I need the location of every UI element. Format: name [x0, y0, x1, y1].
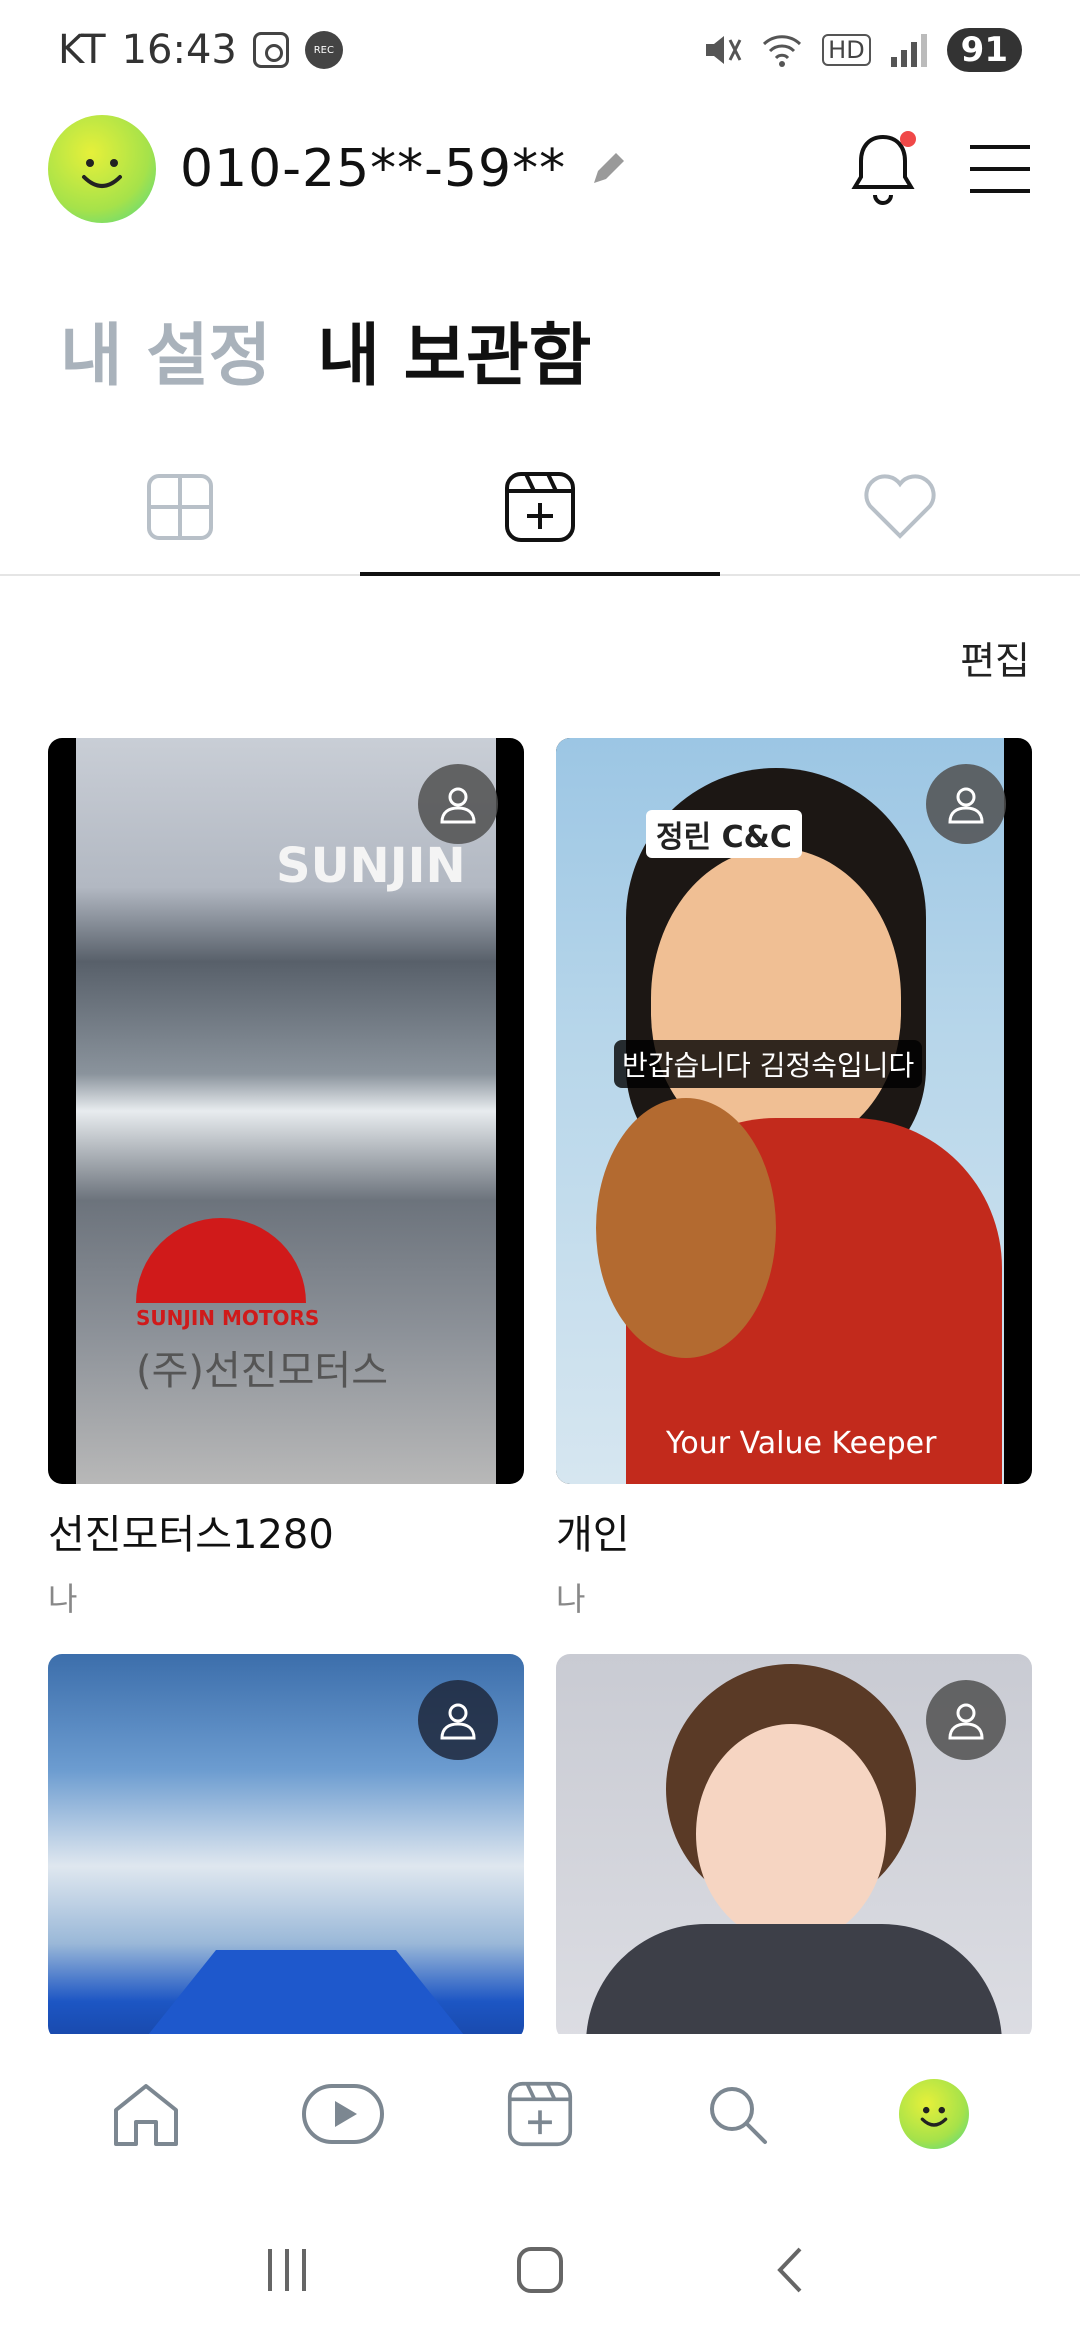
card-thumbnail: 정린 C&C 반갑습니다 김정숙입니다 Your Value Keeper [556, 738, 1032, 1484]
profile-header: 010-25**-59** [48, 114, 1032, 224]
owner-badge [926, 764, 1006, 844]
edit-pencil-icon[interactable] [588, 149, 628, 189]
user-icon [440, 1703, 476, 1740]
greeting-caption: 반갑습니다 김정숙입니다 [614, 1040, 923, 1088]
play-icon [302, 2084, 385, 2144]
system-nav [0, 2200, 1080, 2340]
company-name: (주)선진모터스 [136, 1348, 389, 1394]
tab-grid[interactable] [0, 440, 360, 574]
search-icon [709, 2087, 767, 2144]
screenshot-icon [252, 32, 289, 68]
user-icon [948, 1703, 984, 1740]
recent-apps-icon[interactable] [262, 2245, 312, 2295]
card-thumbnail [48, 1654, 524, 2040]
signal-icon [890, 34, 927, 67]
tab-my-storage[interactable]: 내 보관함 [317, 300, 591, 399]
nav-search[interactable] [682, 2059, 792, 2169]
puppy-shape [596, 1098, 776, 1358]
logo-text: SUNJIN MOTORS [136, 1306, 320, 1330]
brand-label: 정린 C&C [646, 810, 802, 858]
tab-my-settings[interactable]: 내 설정 [60, 300, 271, 399]
user-icon [440, 787, 476, 824]
content-tabs [0, 440, 1080, 576]
battery-level: 91 [946, 28, 1022, 72]
card-owner: 나 [48, 1580, 78, 1618]
home-button-icon[interactable] [515, 2245, 565, 2295]
saved-card[interactable] [48, 1654, 524, 2040]
add-reel-icon [505, 472, 575, 542]
back-icon[interactable] [768, 2245, 818, 2295]
heart-icon [864, 474, 936, 539]
tab-saved-reels[interactable] [360, 440, 720, 576]
owner-badge [926, 1680, 1006, 1760]
edit-button[interactable]: 편집 [960, 630, 1030, 685]
face-shape [696, 1724, 886, 1944]
slogan: Your Value Keeper [666, 1426, 937, 1461]
user-icon [948, 787, 984, 824]
tent-shape [144, 1950, 468, 2040]
owner-badge [418, 1680, 498, 1760]
notification-button[interactable] [848, 129, 918, 209]
status-bar: KT 16:43 REC HD 91 [0, 0, 1080, 100]
carrier-label: KT [58, 27, 106, 73]
saved-card[interactable]: SUNJIN SUNJIN MOTORS (주)선진모터스 선진모터스1280 … [48, 738, 524, 1620]
nav-home[interactable] [91, 2059, 201, 2169]
grid-icon [147, 474, 213, 540]
card-thumbnail [556, 1654, 1032, 2040]
owner-badge [418, 764, 498, 844]
phone-number: 010-25**-59** [180, 139, 567, 199]
call-rec-icon: REC [304, 31, 343, 69]
wifi-icon [763, 35, 802, 67]
section-tabs: 내 설정 내 보관함 [60, 300, 591, 399]
brand-sign: SUNJIN [276, 838, 466, 894]
card-thumbnail: SUNJIN SUNJIN MOTORS (주)선진모터스 [48, 738, 524, 1484]
saved-card[interactable] [556, 1654, 1032, 2040]
saved-card[interactable]: 정린 C&C 반갑습니다 김정숙입니다 Your Value Keeper 개인… [556, 738, 1032, 1620]
menu-icon[interactable] [968, 143, 1032, 195]
nav-profile[interactable] [879, 2059, 989, 2169]
mute-icon [706, 36, 742, 64]
card-owner: 나 [556, 1580, 586, 1618]
profile-avatar [898, 2079, 969, 2149]
add-reel-icon [507, 2081, 573, 2147]
home-icon [114, 2084, 179, 2146]
network-badge: HD [822, 34, 871, 66]
tab-liked[interactable] [720, 440, 1080, 574]
notification-dot [900, 131, 916, 147]
bottom-nav [0, 2034, 1080, 2194]
card-title: 개인 [556, 1512, 630, 1558]
nav-play[interactable] [288, 2059, 398, 2169]
logo-shape [136, 1218, 306, 1303]
card-title: 선진모터스1280 [48, 1512, 334, 1558]
clock: 16:43 [121, 27, 237, 73]
jacket-shape [586, 1924, 1002, 2040]
profile-avatar[interactable] [48, 115, 156, 223]
nav-create[interactable] [485, 2059, 595, 2169]
